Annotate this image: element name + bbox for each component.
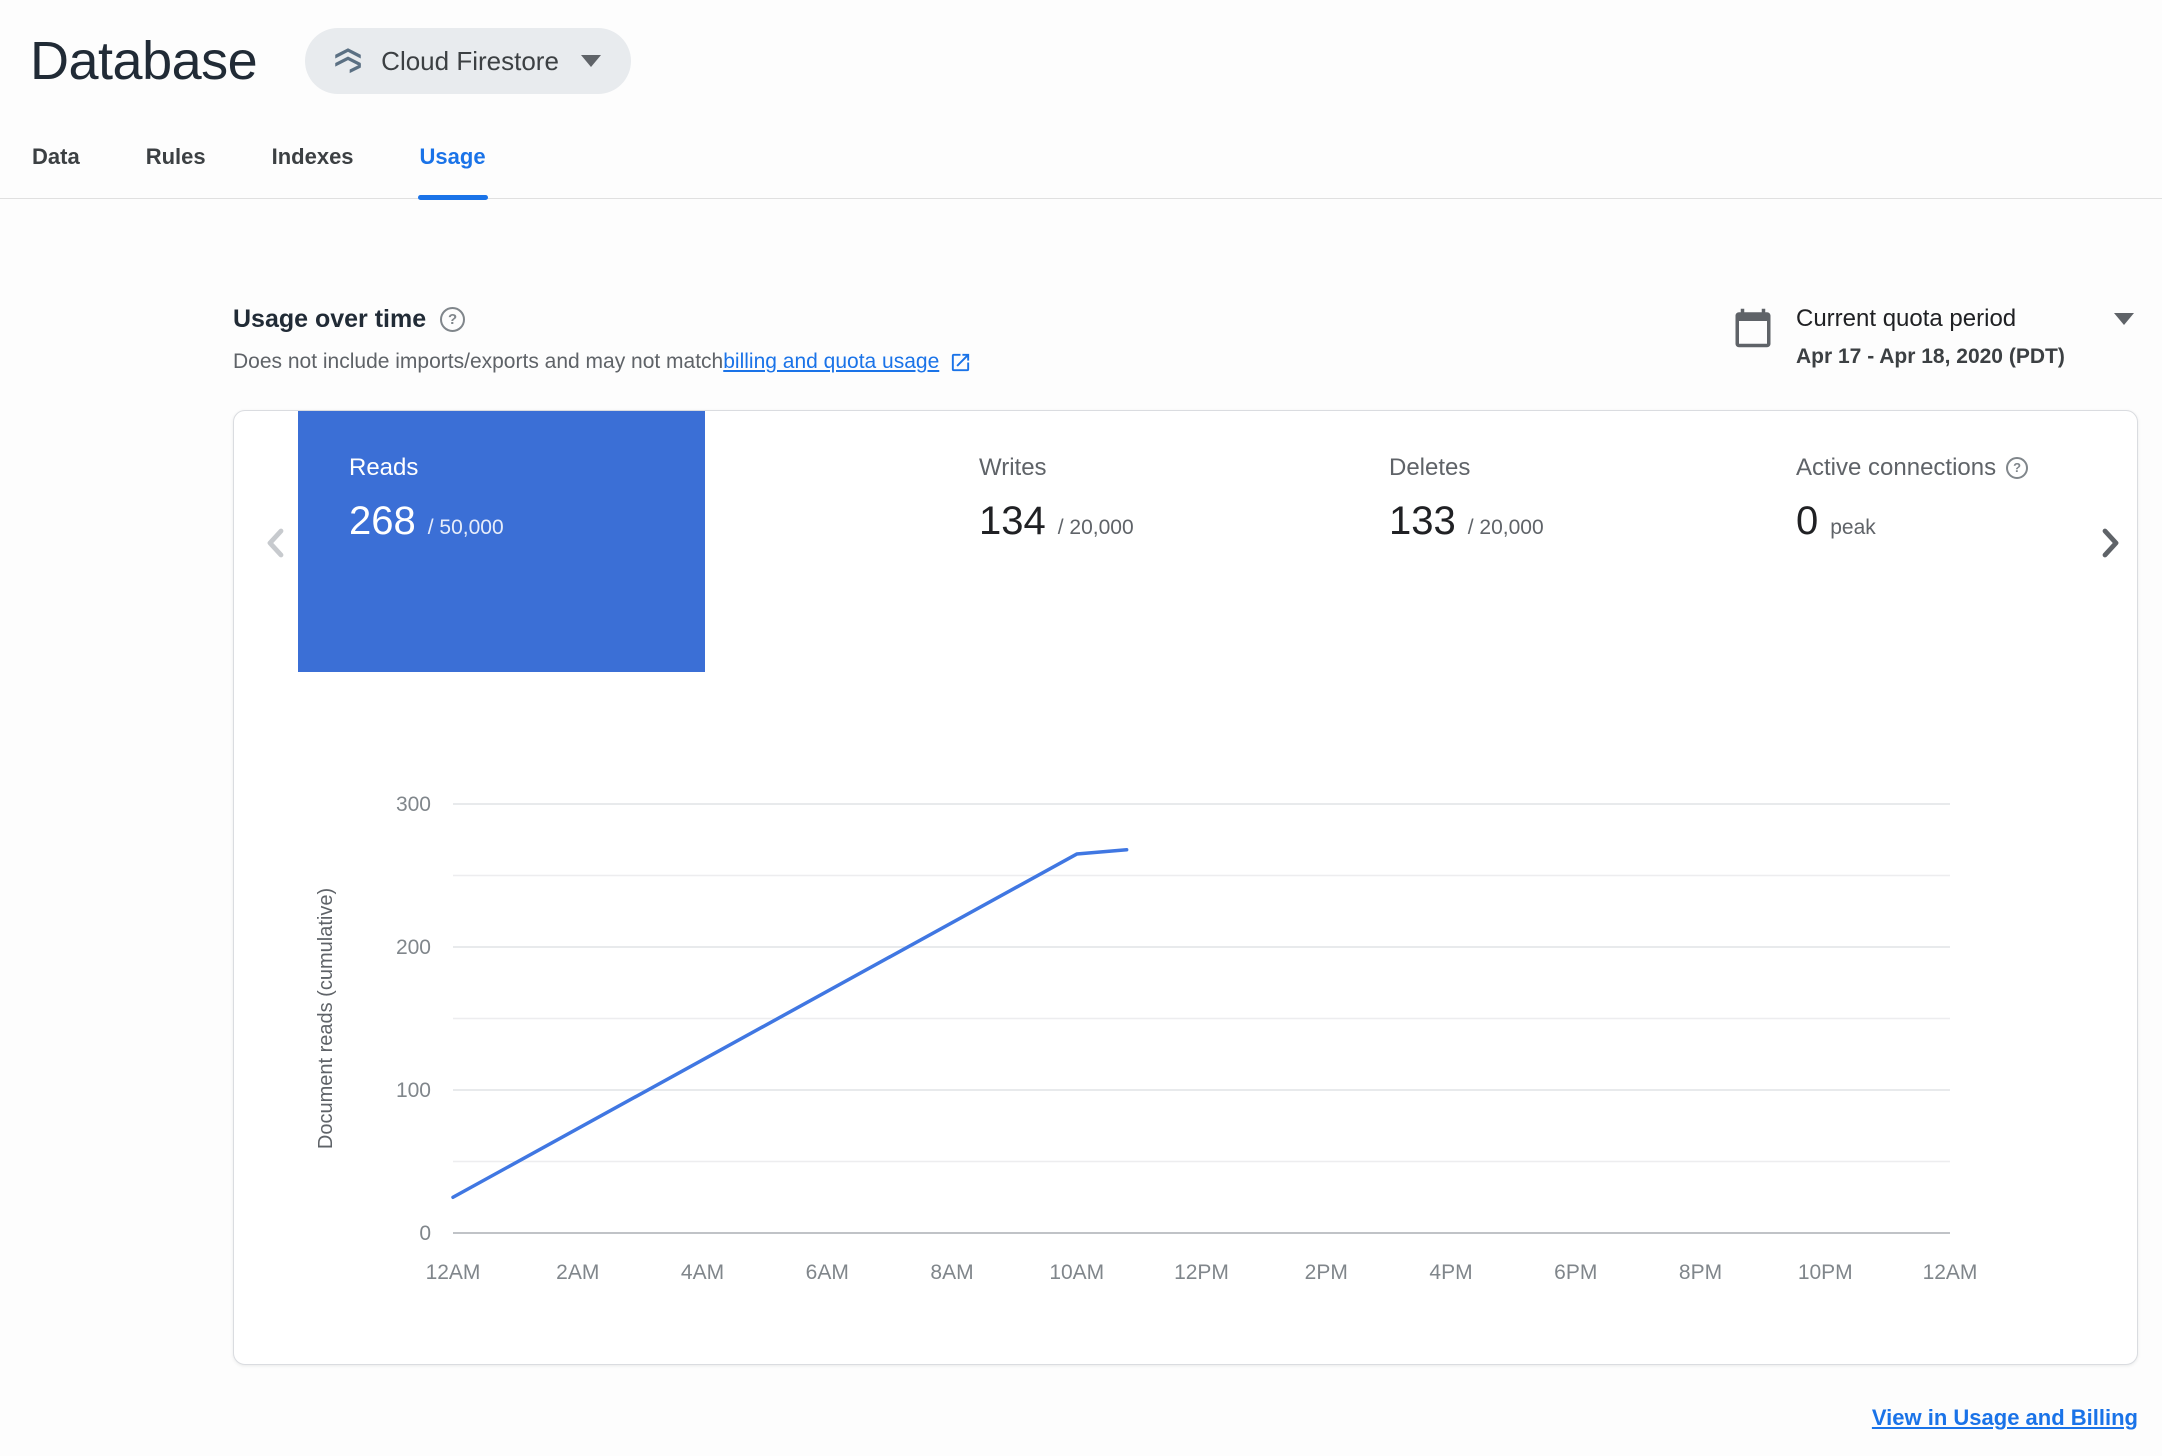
quota-period-dropdown[interactable]: Current quota period xyxy=(1796,305,2134,333)
metric-label: Writes xyxy=(979,454,1047,481)
metric-value: 268 xyxy=(349,499,416,543)
quota-period-range: Apr 17 - Apr 18, 2020 (PDT) xyxy=(1796,345,2065,368)
tab-data[interactable]: Data xyxy=(30,138,82,198)
svg-text:2PM: 2PM xyxy=(1305,1261,1348,1284)
caret-down-icon xyxy=(580,55,601,67)
help-circle-icon[interactable] xyxy=(440,307,466,332)
chevron-left-icon[interactable] xyxy=(252,519,300,567)
svg-text:12PM: 12PM xyxy=(1174,1261,1229,1284)
metric-value: 0 xyxy=(1796,499,1819,543)
svg-text:6AM: 6AM xyxy=(806,1261,849,1284)
chevron-right-icon[interactable] xyxy=(2086,519,2134,567)
tab-indexes[interactable]: Indexes xyxy=(270,138,356,198)
usage-toolbar: Usage over time Does not include imports… xyxy=(233,305,2138,374)
metric-quota: / 50,000 xyxy=(427,516,504,539)
svg-text:300: 300 xyxy=(396,793,431,816)
metric-value: 134 xyxy=(979,499,1046,543)
svg-text:4PM: 4PM xyxy=(1429,1261,1472,1284)
svg-text:Document reads (cumulative): Document reads (cumulative) xyxy=(315,888,337,1149)
svg-text:10PM: 10PM xyxy=(1798,1261,1853,1284)
footer: View in Usage and Billing xyxy=(233,1405,2138,1431)
svg-text:12AM: 12AM xyxy=(1923,1261,1978,1284)
page-header: Database Cloud Firestore xyxy=(0,0,2162,96)
svg-text:8AM: 8AM xyxy=(930,1261,973,1284)
metric-quota: / 20,000 xyxy=(1467,516,1544,539)
view-usage-billing-link[interactable]: View in Usage and Billing xyxy=(1872,1405,2138,1430)
metric-quota: peak xyxy=(1830,516,1876,539)
metric-value: 133 xyxy=(1389,499,1456,543)
svg-text:6PM: 6PM xyxy=(1554,1261,1597,1284)
usage-card: 0 100 200 300 12AM 2AM 4AM 6AM 8AM 10AM 12PM 2PM 4PM… xyxy=(233,410,2138,1365)
usage-description: Does not include imports/exports and may… xyxy=(233,350,972,374)
page-title: Database xyxy=(30,31,258,91)
product-selector[interactable]: Cloud Firestore xyxy=(305,28,631,94)
metric-tile-reads[interactable]: Reads 268 / 50,000 xyxy=(298,411,705,672)
svg-text:0: 0 xyxy=(419,1222,431,1245)
metric-tile-writes[interactable]: Writes 134 / 20,000 xyxy=(979,411,1134,544)
usage-description-text: Does not include imports/exports and may… xyxy=(233,350,724,373)
metric-quota: / 20,000 xyxy=(1057,516,1134,539)
svg-text:200: 200 xyxy=(396,936,431,959)
svg-text:100: 100 xyxy=(396,1079,431,1102)
svg-text:8PM: 8PM xyxy=(1679,1261,1722,1284)
tab-bar: Data Rules Indexes Usage xyxy=(0,138,2162,200)
caret-down-icon xyxy=(2114,313,2134,325)
usage-over-time-heading: Usage over time xyxy=(233,305,427,333)
metric-label: Active connections xyxy=(1796,454,1997,481)
svg-text:4AM: 4AM xyxy=(681,1261,724,1284)
open-in-new-icon[interactable] xyxy=(949,351,972,374)
metric-label: Deletes xyxy=(1389,454,1471,481)
metric-tile-deletes[interactable]: Deletes 133 / 20,000 xyxy=(1389,411,1544,544)
svg-text:12AM: 12AM xyxy=(426,1261,481,1284)
svg-text:2AM: 2AM xyxy=(556,1261,599,1284)
firestore-icon xyxy=(331,44,365,78)
tab-rules[interactable]: Rules xyxy=(144,138,208,198)
help-circle-icon[interactable] xyxy=(2006,457,2029,479)
metric-tile-active-connections[interactable]: Active connections 0 peak xyxy=(1796,411,2029,544)
tab-usage[interactable]: Usage xyxy=(417,138,488,200)
calendar-icon xyxy=(1732,307,1774,349)
metric-label: Reads xyxy=(349,454,419,481)
quota-period-selector[interactable]: Current quota period Apr 17 - Apr 18, 20… xyxy=(1732,305,2138,369)
svg-text:10AM: 10AM xyxy=(1049,1261,1104,1284)
product-selector-label: Cloud Firestore xyxy=(381,45,559,76)
billing-quota-usage-link[interactable]: billing and quota usage xyxy=(723,350,939,374)
quota-period-label: Current quota period xyxy=(1796,305,2017,332)
firestore-usage-page: Database Cloud Firestore Data Rules Inde… xyxy=(0,0,2162,1456)
usage-heading-block: Usage over time Does not include imports… xyxy=(233,305,972,374)
